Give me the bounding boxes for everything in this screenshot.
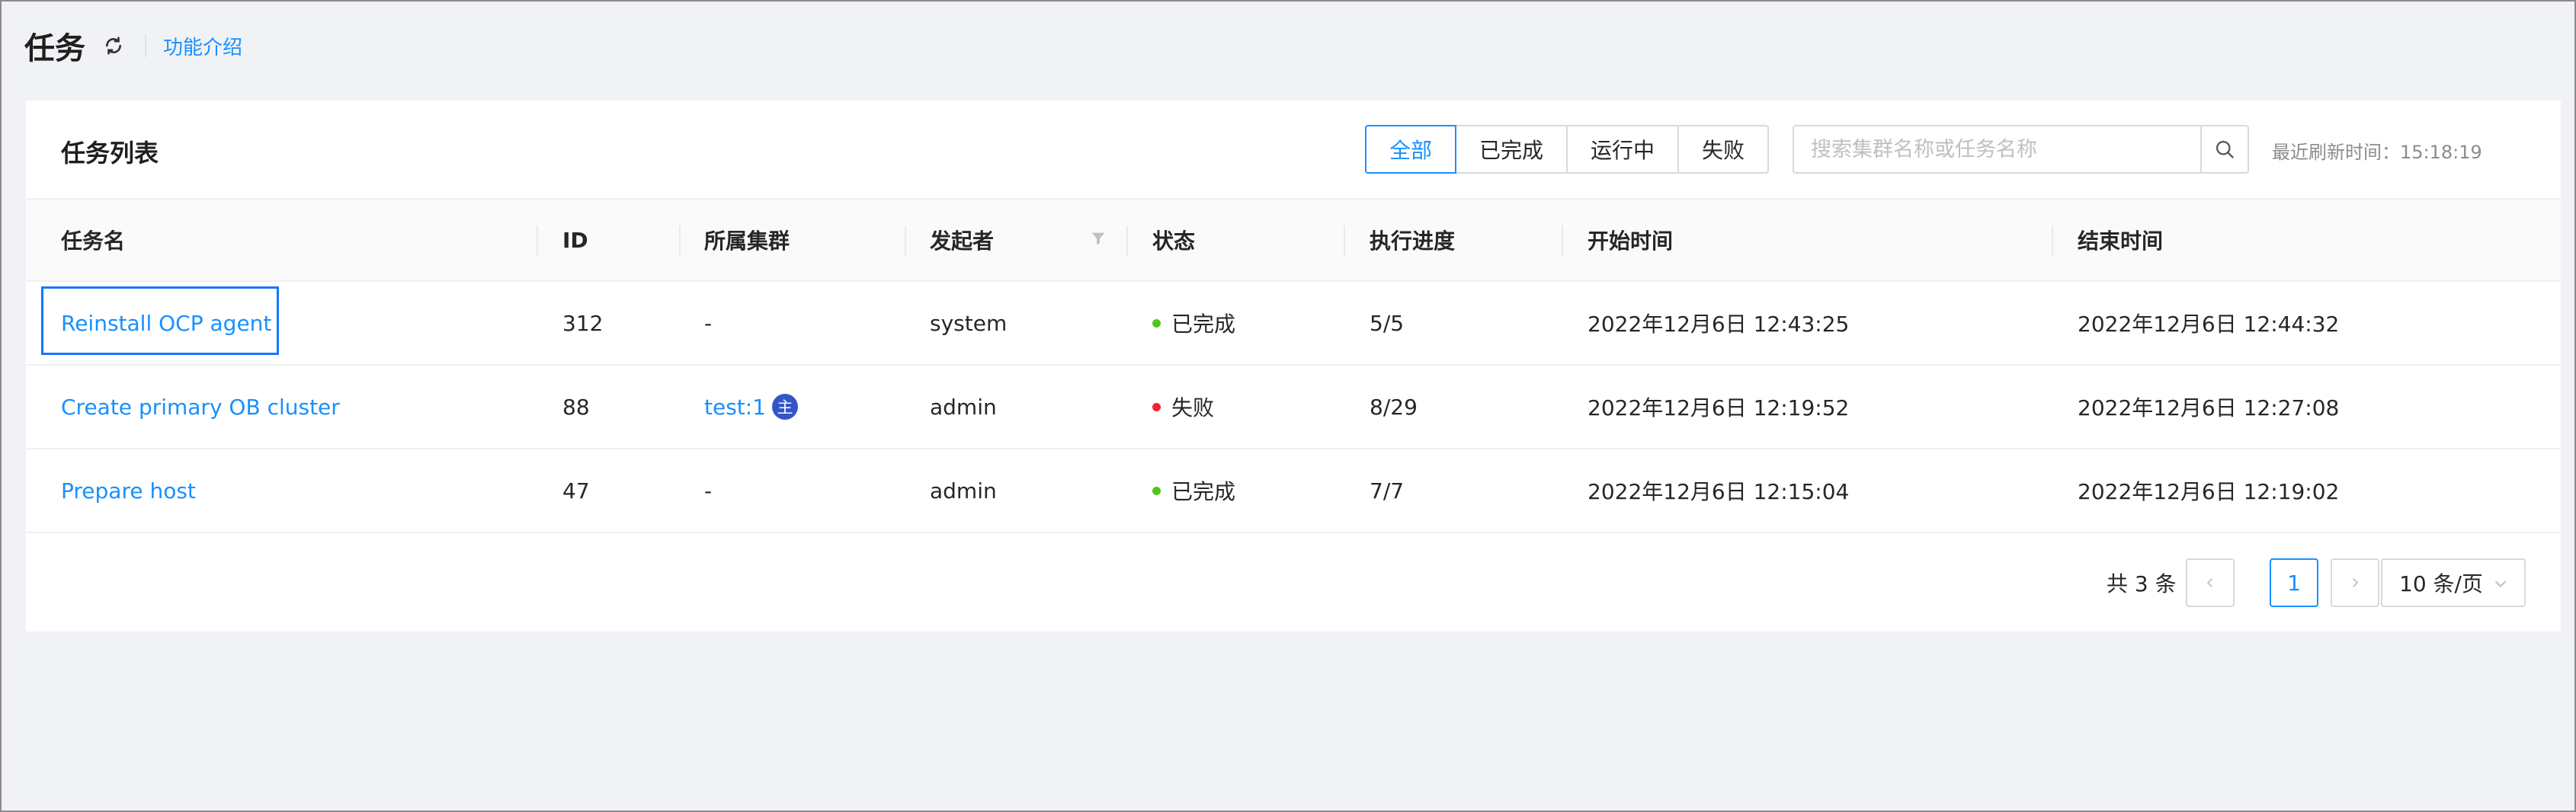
column-divider <box>679 225 681 256</box>
header-divider <box>145 34 146 57</box>
refresh-icon[interactable] <box>102 34 125 57</box>
page-size-value: 10 条/页 <box>2399 571 2483 596</box>
column-divider <box>1126 225 1128 256</box>
start-time-cell: 2022年12月6日 12:43:25 <box>1588 312 1850 337</box>
column-divider <box>2052 225 2053 256</box>
cluster-cell: test:1 主 <box>704 366 799 448</box>
next-page-button[interactable] <box>2331 558 2379 607</box>
column-divider <box>1562 225 1563 256</box>
page-title: 任务 <box>24 31 85 66</box>
column-header-status: 状态 <box>1152 229 1196 254</box>
status-success-dot <box>1152 318 1161 328</box>
column-header-end-time: 结束时间 <box>2078 229 2164 254</box>
column-header-progress: 执行进度 <box>1370 229 1456 254</box>
cluster-cell: - <box>704 310 713 336</box>
end-time-cell: 2022年12月6日 12:19:02 <box>2078 479 2340 504</box>
chevron-left-icon <box>2206 578 2212 587</box>
prev-page-button[interactable] <box>2186 558 2235 607</box>
task-list-card: 任务列表 全部 已完成 运行中 失败 最近刷新时间：15:18:19 任务名 I… <box>26 101 2561 631</box>
search-box <box>1793 125 2249 174</box>
card-header: 任务列表 全部 已完成 运行中 失败 最近刷新时间：15:18:19 <box>26 101 2561 198</box>
task-id: 47 <box>562 478 590 504</box>
status-filter-group: 全部 已完成 运行中 失败 <box>1365 125 1770 174</box>
search-button[interactable] <box>2200 125 2249 174</box>
task-id: 312 <box>562 310 604 336</box>
initiator-cell: system <box>930 310 1008 336</box>
start-time-cell: 2022年12月6日 12:15:04 <box>1588 479 1850 504</box>
chevron-right-icon <box>2353 578 2359 587</box>
filter-failed-button[interactable]: 失败 <box>1677 125 1770 174</box>
status-cell: 已完成 <box>1152 449 1235 532</box>
column-divider <box>905 225 906 256</box>
column-header-task-name: 任务名 <box>61 229 126 254</box>
filter-all-button[interactable]: 全部 <box>1365 125 1457 174</box>
column-header-initiator: 发起者 <box>930 229 995 254</box>
column-header-start-time: 开始时间 <box>1588 229 1674 254</box>
initiator-cell: admin <box>930 478 997 504</box>
filter-completed-button[interactable]: 已完成 <box>1455 125 1568 174</box>
end-time-cell: 2022年12月6日 12:44:32 <box>2078 312 2340 337</box>
end-time-cell: 2022年12月6日 12:27:08 <box>2078 395 2340 420</box>
page-header: 任务 功能介绍 <box>24 23 242 69</box>
status-text: 已完成 <box>1171 312 1236 337</box>
status-success-dot <box>1152 486 1161 495</box>
cluster-cell: - <box>704 478 713 504</box>
status-cell: 失败 <box>1152 366 1214 448</box>
status-error-dot <box>1152 402 1161 411</box>
task-name-link[interactable]: Reinstall OCP agent <box>61 282 271 364</box>
table-row: Prepare host 47 - admin 已完成 7/7 2022年12月… <box>26 449 2561 533</box>
search-input[interactable] <box>1793 125 2200 174</box>
table-header: 任务名 ID 所属集群 发起者 状态 执行进度 开始时间 结束时间 <box>26 198 2561 282</box>
feature-intro-link[interactable]: 功能介绍 <box>163 32 242 60</box>
chevron-down-icon <box>2494 580 2507 588</box>
task-name-link[interactable]: Create primary OB cluster <box>61 366 340 448</box>
progress-cell: 8/29 <box>1370 394 1418 420</box>
task-name-link[interactable]: Prepare host <box>61 449 196 532</box>
page-size-select[interactable]: 10 条/页 <box>2381 558 2526 607</box>
status-text: 失败 <box>1171 395 1215 420</box>
search-icon <box>2216 140 2234 158</box>
card-title: 任务列表 <box>61 139 159 168</box>
task-table: 任务名 ID 所属集群 发起者 状态 执行进度 开始时间 结束时间 Reinst… <box>26 198 2561 533</box>
page-1-button[interactable]: 1 <box>2270 558 2318 607</box>
table-row: Reinstall OCP agent 312 - system 已完成 5/5… <box>26 282 2561 366</box>
last-refresh-time: 最近刷新时间：15:18:19 <box>2272 142 2482 163</box>
filter-running-button[interactable]: 运行中 <box>1566 125 1680 174</box>
status-cell: 已完成 <box>1152 282 1235 364</box>
column-header-cluster: 所属集群 <box>704 229 790 254</box>
task-id: 88 <box>562 394 590 420</box>
status-text: 已完成 <box>1171 479 1236 504</box>
filter-icon[interactable] <box>1090 230 1107 247</box>
primary-cluster-badge: 主 <box>772 394 799 420</box>
table-row: Create primary OB cluster 88 test:1 主 ad… <box>26 366 2561 449</box>
column-divider <box>537 225 538 256</box>
column-header-id: ID <box>562 227 588 253</box>
initiator-cell: admin <box>930 394 997 420</box>
progress-cell: 5/5 <box>1370 310 1405 336</box>
start-time-cell: 2022年12月6日 12:19:52 <box>1588 395 1850 420</box>
column-divider <box>1344 225 1345 256</box>
cluster-link[interactable]: test:1 <box>704 395 766 420</box>
pagination-total: 共 3 条 <box>2107 571 2177 596</box>
progress-cell: 7/7 <box>1370 478 1405 504</box>
